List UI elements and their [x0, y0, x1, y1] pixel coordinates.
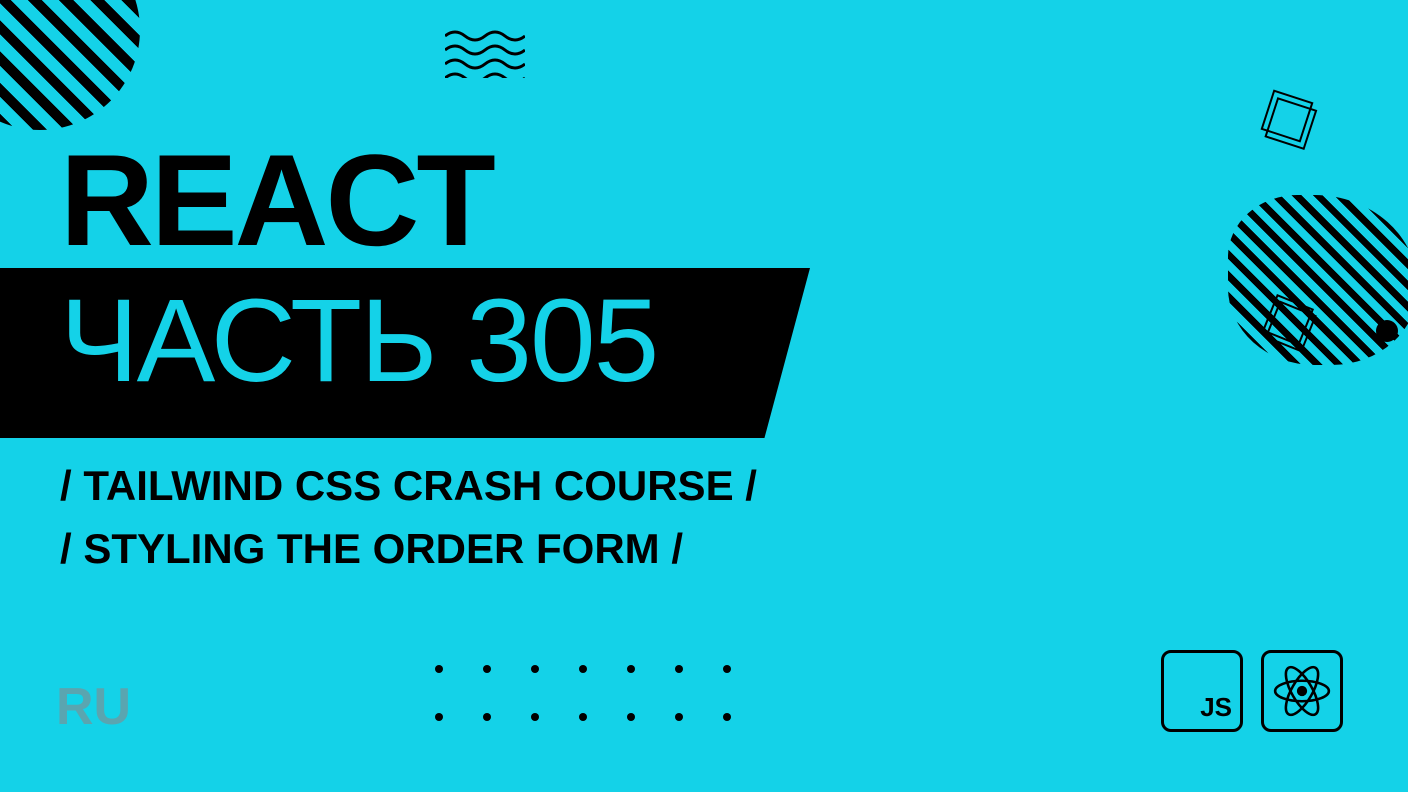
subtitle-line-2: / STYLING THE ORDER FORM / — [60, 525, 683, 573]
square-outline-decoration-1 — [1261, 90, 1314, 143]
js-label: JS — [1200, 692, 1232, 723]
subtitle-line-1: / TAILWIND CSS CRASH COURSE / — [60, 462, 757, 510]
dot-grid-decoration — [435, 665, 771, 761]
javascript-icon: JS — [1161, 650, 1243, 732]
language-tag: RU — [56, 677, 131, 737]
dot-decoration — [1376, 320, 1398, 342]
stripes-top-left-decoration — [0, 0, 140, 130]
react-icon — [1261, 650, 1343, 732]
part-banner-text: ЧАСТЬ 305 — [60, 273, 657, 409]
waves-decoration — [445, 28, 525, 78]
main-title: REACT — [60, 125, 493, 275]
